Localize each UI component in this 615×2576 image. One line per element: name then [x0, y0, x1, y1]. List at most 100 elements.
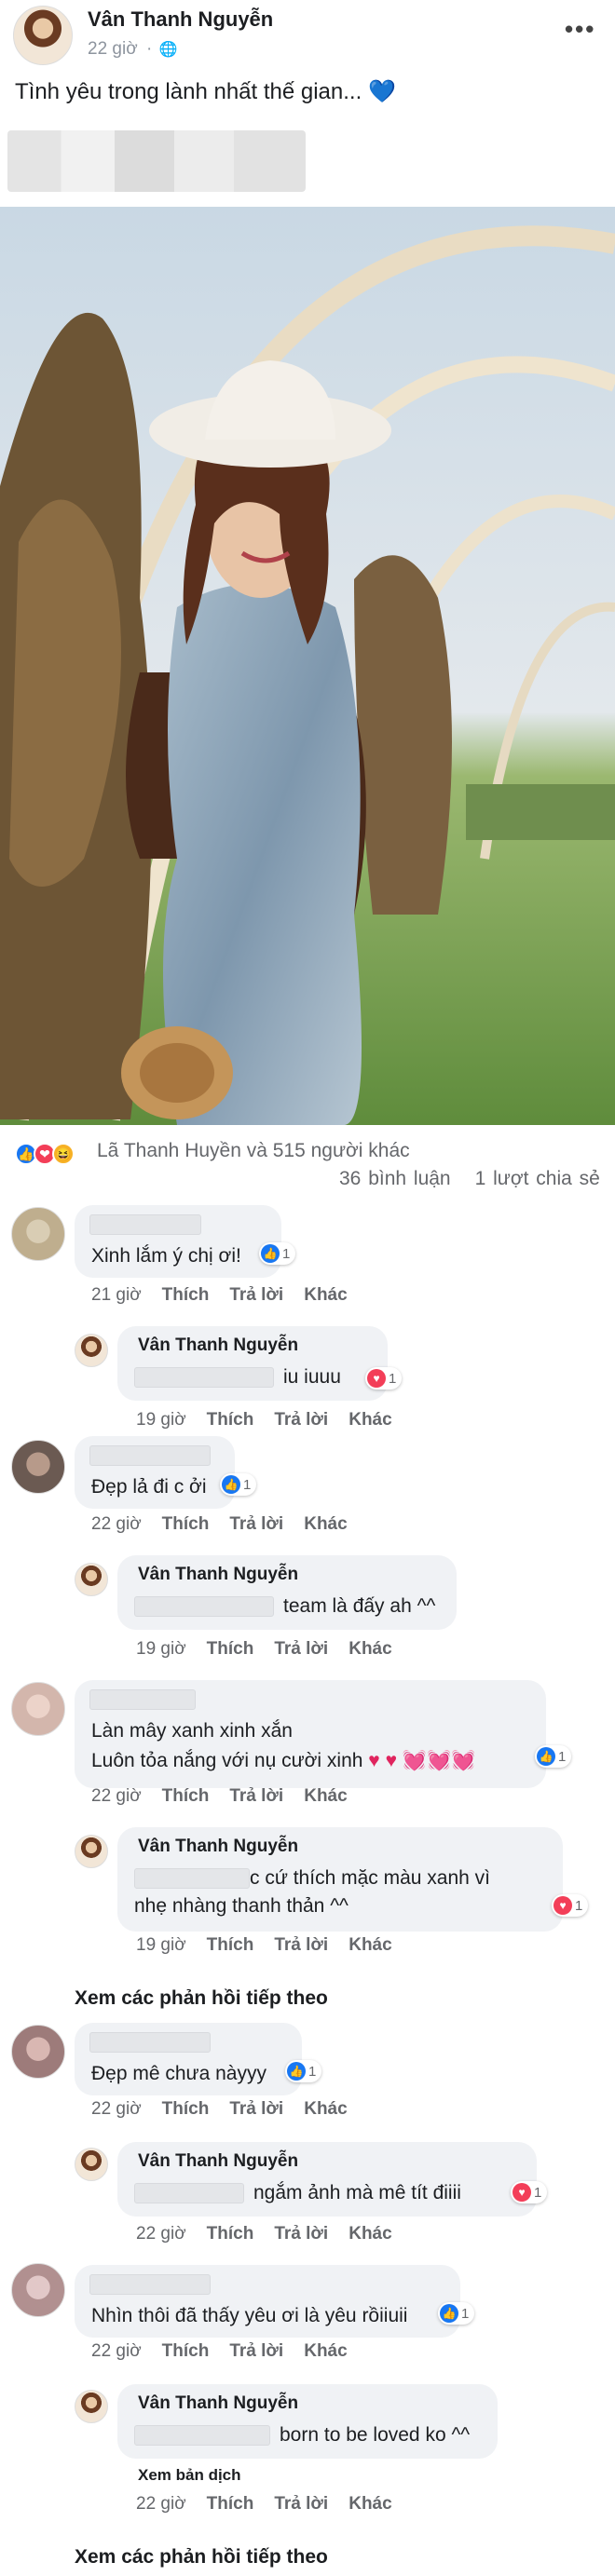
- reply-link[interactable]: Trả lời: [274, 2224, 328, 2244]
- reply-bubble: Vân Thanh Nguyễn ngắm ảnh mà mê tít điii…: [117, 2142, 537, 2217]
- post-stats: 36 bình luận 1 lượt chia sẻ: [339, 1168, 600, 1190]
- like-link[interactable]: Thích: [207, 2224, 254, 2244]
- commenter-avatar[interactable]: [11, 1682, 65, 1736]
- like-link[interactable]: Thích: [207, 1410, 254, 1430]
- commenter-name-blurred[interactable]: [89, 1214, 201, 1235]
- other-link[interactable]: Khác: [304, 1786, 347, 1806]
- like-link[interactable]: Thích: [162, 1285, 210, 1305]
- reply-link[interactable]: Trả lời: [229, 2341, 283, 2361]
- comment-bubble: Đẹp lả đi c ởi: [75, 1436, 235, 1509]
- commenter-name-blurred[interactable]: [89, 1689, 196, 1710]
- reply-link[interactable]: Trả lời: [229, 1786, 283, 1806]
- like-link[interactable]: Thích: [162, 1514, 210, 1534]
- reply-link[interactable]: Trả lời: [229, 1285, 283, 1305]
- commenter-avatar[interactable]: [11, 1207, 65, 1261]
- other-link[interactable]: Khác: [348, 1410, 391, 1430]
- reply-avatar[interactable]: [75, 2390, 108, 2423]
- other-link[interactable]: Khác: [304, 2341, 347, 2361]
- reply-link[interactable]: Trả lời: [274, 2494, 328, 2514]
- more-options-icon[interactable]: •••: [565, 15, 595, 44]
- other-link[interactable]: Khác: [304, 2099, 347, 2119]
- comment-time: 22 giờ: [91, 2341, 142, 2361]
- reply-link[interactable]: Trả lời: [274, 1935, 328, 1955]
- post-text-content: Tình yêu trong lành nhất thế gian...: [15, 79, 362, 104]
- reply-avatar[interactable]: [75, 1835, 108, 1868]
- post-author-name[interactable]: Vân Thanh Nguyễn: [88, 7, 273, 32]
- post-timestamp[interactable]: 22 giờ · 🌐: [88, 39, 177, 60]
- commenter-avatar[interactable]: [11, 2025, 65, 2079]
- commenter-name-blurred[interactable]: [89, 2032, 211, 2053]
- reply-link[interactable]: Trả lời: [274, 1410, 328, 1430]
- comment-text: Nhìn thôi đã thấy yêu ơi là yêu rồiiuii: [91, 2305, 408, 2326]
- like-link[interactable]: Thích: [207, 1639, 254, 1659]
- author-avatar[interactable]: [13, 6, 73, 65]
- reply-reaction-badge[interactable]: ♥ 1: [511, 2181, 548, 2203]
- see-translation-link[interactable]: Xem bản dịch: [138, 2466, 241, 2485]
- other-link[interactable]: Khác: [348, 1935, 391, 1955]
- comment-reaction-badge[interactable]: 👍 1: [285, 2060, 322, 2082]
- reply-bubble: Vân Thanh Nguyễn c cứ thích mặc màu xanh…: [117, 1827, 563, 1932]
- reply-actions: 19 giờ Thích Trả lời Khác: [136, 1935, 392, 1956]
- reply-text-line1: c cứ thích mặc màu xanh vì: [250, 1867, 490, 1889]
- commenter-name-blurred[interactable]: [89, 1445, 211, 1466]
- reply-bubble: Vân Thanh Nguyễn born to be loved ko ^^: [117, 2384, 498, 2459]
- comment-reaction-badge[interactable]: 👍 1: [259, 1242, 296, 1265]
- reply-author[interactable]: Vân Thanh Nguyễn: [138, 1335, 298, 1356]
- tagged-name-blurred[interactable]: [134, 2183, 244, 2203]
- like-link[interactable]: Thích: [207, 2494, 254, 2514]
- globe-icon-glyph: 🌐: [158, 42, 178, 58]
- other-link[interactable]: Khác: [348, 1639, 391, 1659]
- reply-author[interactable]: Vân Thanh Nguyễn: [138, 2151, 298, 2172]
- comment-bubble: Nhìn thôi đã thấy yêu ơi là yêu rồiiuii: [75, 2265, 460, 2338]
- reply-reaction-badge[interactable]: ♥ 1: [552, 1894, 589, 1917]
- post-text: Tình yêu trong lành nhất thế gian... 💙: [15, 78, 396, 105]
- reply-link[interactable]: Trả lời: [229, 2099, 283, 2119]
- view-more-replies-link[interactable]: Xem các phản hồi tiếp theo: [75, 2546, 328, 2569]
- reply-reaction-badge[interactable]: ♥ 1: [365, 1367, 403, 1390]
- comment-reaction-badge[interactable]: 👍 1: [438, 2302, 475, 2325]
- comment-actions: 22 giờ Thích Trả lời Khác: [91, 2341, 348, 2362]
- comment-reaction-badge[interactable]: 👍 1: [220, 1473, 257, 1496]
- reply-avatar[interactable]: [75, 2148, 108, 2181]
- reaction-icons[interactable]: 👍 ❤ 😆: [15, 1140, 75, 1168]
- tagged-name-blurred[interactable]: [134, 1367, 274, 1388]
- reply-author[interactable]: Vân Thanh Nguyễn: [138, 2393, 298, 2414]
- reply-time: 19 giờ: [136, 1935, 186, 1955]
- other-link[interactable]: Khác: [304, 1514, 347, 1534]
- reaction-summary[interactable]: Lã Thanh Huyền và 515 người khác: [97, 1140, 410, 1162]
- comment-reaction-badge[interactable]: 👍 1: [535, 1745, 572, 1768]
- other-link[interactable]: Khác: [304, 1285, 347, 1305]
- like-link[interactable]: Thích: [207, 1935, 254, 1955]
- reply-actions: 19 giờ Thích Trả lời Khác: [136, 1639, 392, 1660]
- like-link[interactable]: Thích: [162, 2099, 210, 2119]
- tagged-name-blurred[interactable]: [134, 2425, 270, 2446]
- comment-actions: 22 giờ Thích Trả lời Khác: [91, 1786, 348, 1807]
- commenter-avatar[interactable]: [11, 2263, 65, 2317]
- reply-avatar[interactable]: [75, 1563, 108, 1596]
- commenter-avatar[interactable]: [11, 1440, 65, 1494]
- other-link[interactable]: Khác: [348, 2224, 391, 2244]
- post-photo[interactable]: [0, 207, 615, 1125]
- like-link[interactable]: Thích: [162, 1786, 210, 1806]
- other-link[interactable]: Khác: [348, 2494, 391, 2514]
- reaction-count: 1: [243, 1476, 252, 1493]
- tagged-name-blurred[interactable]: [134, 1596, 274, 1617]
- globe-icon: ·: [145, 39, 153, 59]
- comment-actions: 22 giờ Thích Trả lời Khác: [91, 1514, 348, 1535]
- view-more-replies-link[interactable]: Xem các phản hồi tiếp theo: [75, 1987, 328, 2010]
- tagged-name-blurred[interactable]: [134, 1868, 250, 1889]
- reply-link[interactable]: Trả lời: [229, 1514, 283, 1534]
- reply-author[interactable]: Vân Thanh Nguyễn: [138, 1837, 298, 1857]
- share-count[interactable]: 1 lượt chia sẻ: [475, 1168, 600, 1189]
- reply-link[interactable]: Trả lời: [274, 1639, 328, 1659]
- reply-text: iu iuuu: [283, 1366, 341, 1388]
- commenter-name-blurred[interactable]: [89, 2274, 211, 2295]
- comment-count[interactable]: 36 bình luận: [339, 1168, 451, 1189]
- like-icon: 👍: [222, 1475, 240, 1494]
- reaction-count: 1: [308, 2063, 317, 2080]
- reply-text: ngắm ảnh mà mê tít điiii: [253, 2182, 461, 2203]
- haha-reaction-icon: 😆: [52, 1143, 75, 1165]
- like-link[interactable]: Thích: [162, 2341, 210, 2361]
- reply-author[interactable]: Vân Thanh Nguyễn: [138, 1565, 298, 1585]
- reply-avatar[interactable]: [75, 1334, 108, 1367]
